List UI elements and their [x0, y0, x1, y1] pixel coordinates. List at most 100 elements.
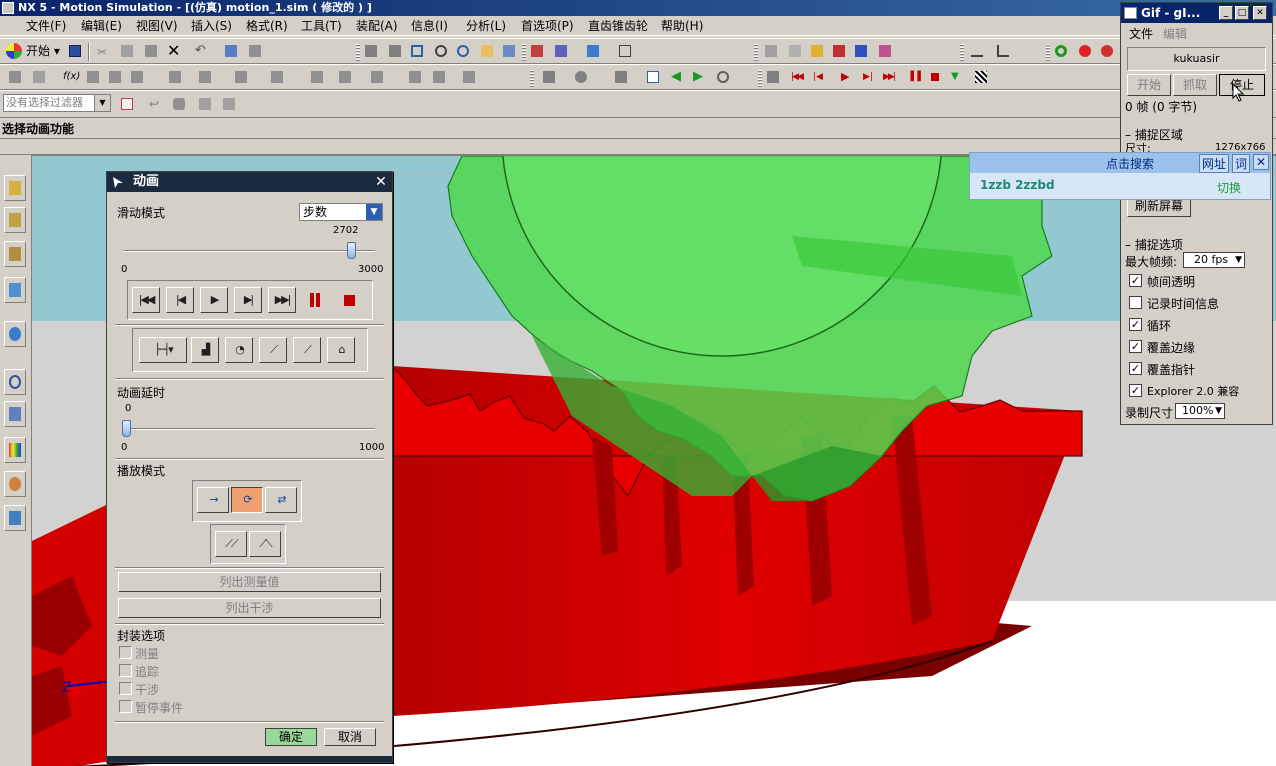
- toolbar-grip[interactable]: [522, 43, 526, 61]
- gif-start-button[interactable]: 开始: [1127, 74, 1171, 96]
- close-button[interactable]: ✕: [1253, 6, 1267, 20]
- zoom-in-button[interactable]: [432, 42, 450, 60]
- stop-button[interactable]: [344, 295, 355, 306]
- menu-edit[interactable]: 编辑(E): [81, 18, 122, 34]
- view-button-2[interactable]: [386, 42, 404, 60]
- next-frame-button[interactable]: ▶|: [234, 287, 262, 313]
- gif-window-title-bar[interactable]: Gif - gI... _ □ ✕: [1121, 3, 1272, 23]
- export-option-button[interactable]: ⌂: [327, 337, 355, 363]
- click-search-link[interactable]: 点击搜索: [1106, 155, 1154, 172]
- selection-filter-combo[interactable]: 没有选择过滤器 ▼: [3, 94, 111, 112]
- select-mode-button[interactable]: [246, 42, 264, 60]
- refresh-button[interactable]: [714, 68, 732, 86]
- motion-navigator-tab[interactable]: [4, 277, 26, 303]
- constraint-navigator-tab[interactable]: [4, 207, 26, 233]
- feature-select-button[interactable]: [170, 95, 188, 113]
- menu-information[interactable]: 信息(I): [411, 18, 448, 34]
- gif-menu-edit[interactable]: 编辑: [1163, 25, 1187, 42]
- minimize-button[interactable]: _: [1219, 6, 1233, 20]
- link-button[interactable]: [84, 68, 102, 86]
- marker-button[interactable]: [336, 68, 354, 86]
- trace-checkbox[interactable]: [119, 664, 132, 677]
- solution-button[interactable]: [540, 68, 558, 86]
- delay-slider-track[interactable]: [123, 428, 375, 430]
- zoom-button[interactable]: [408, 42, 426, 60]
- anim-pause-button[interactable]: ▐▐: [904, 68, 922, 86]
- anim-prev-button[interactable]: |◀: [810, 68, 828, 86]
- measure-button[interactable]: [968, 42, 986, 60]
- select-all-button[interactable]: [118, 95, 136, 113]
- list-measures-button[interactable]: 列出测量值: [118, 572, 381, 592]
- menu-analysis[interactable]: 分析(L): [466, 18, 506, 34]
- gif-capture-button[interactable]: 抓取: [1173, 74, 1217, 96]
- frame-slider-thumb[interactable]: [347, 242, 357, 259]
- undo-button[interactable]: ↶: [192, 42, 210, 60]
- word-button[interactable]: 词: [1232, 154, 1251, 173]
- close-icon[interactable]: ✕: [373, 174, 389, 190]
- layer-button[interactable]: [528, 42, 546, 60]
- pause-button[interactable]: [308, 293, 322, 307]
- pan-button[interactable]: [478, 42, 496, 60]
- anim-first-button[interactable]: |◀◀: [788, 68, 806, 86]
- snap-button-1[interactable]: [762, 42, 780, 60]
- rotate-button[interactable]: [454, 42, 472, 60]
- spring-button[interactable]: [166, 68, 184, 86]
- toolbar-grip[interactable]: [754, 43, 758, 61]
- switch-link[interactable]: 切换: [1217, 179, 1241, 196]
- menu-format[interactable]: 格式(R): [246, 18, 288, 34]
- gear-button[interactable]: [128, 68, 146, 86]
- measure-angle-button[interactable]: [994, 42, 1012, 60]
- first-frame-button[interactable]: |◀◀: [132, 287, 160, 313]
- packaging-button[interactable]: [406, 68, 424, 86]
- palette-tab[interactable]: [4, 437, 26, 463]
- gif-menu-file[interactable]: 文件: [1129, 25, 1153, 42]
- prev-frame-button[interactable]: |◀: [166, 287, 194, 313]
- web-browser-tab[interactable]: [4, 321, 26, 347]
- snap-button-6[interactable]: [876, 42, 894, 60]
- animation-dialog-title-bar[interactable]: 动画 ✕: [107, 172, 392, 192]
- toolbar-grip[interactable]: [960, 43, 964, 61]
- deselect-button[interactable]: ↩: [146, 95, 164, 113]
- marker-option-button[interactable]: ⟋: [259, 337, 287, 363]
- close-icon[interactable]: ✕: [1253, 154, 1270, 170]
- interference-checkbox[interactable]: [119, 682, 132, 695]
- snap-button-2[interactable]: [786, 42, 804, 60]
- speed-option-button[interactable]: ├─┤▾: [139, 337, 187, 363]
- graph-button[interactable]: [612, 68, 630, 86]
- ok-button[interactable]: 确定: [265, 728, 317, 746]
- delete-button[interactable]: ✕: [164, 42, 182, 60]
- save-button[interactable]: [66, 42, 84, 60]
- list-interference-button[interactable]: 列出干涉: [118, 598, 381, 618]
- toolbar-grip[interactable]: [758, 69, 762, 87]
- option-checkbox-3[interactable]: ✓: [1129, 340, 1142, 353]
- toolbar-grip[interactable]: [1046, 43, 1050, 61]
- start-button[interactable]: 开始 ▾: [6, 42, 60, 60]
- results-button[interactable]: [572, 68, 590, 86]
- nav-forward-button[interactable]: ▶: [690, 68, 708, 86]
- url-button[interactable]: 网址: [1199, 154, 1230, 173]
- render-style-button[interactable]: [584, 42, 602, 60]
- articulation-button[interactable]: [460, 68, 478, 86]
- component-select-button[interactable]: [196, 95, 214, 113]
- search-query-text[interactable]: 1zzb 2zzbd: [980, 178, 1055, 192]
- trace-option-button[interactable]: ◔: [225, 337, 253, 363]
- layer-button-2[interactable]: [552, 42, 570, 60]
- trace-button[interactable]: [430, 68, 448, 86]
- paste-button[interactable]: [142, 42, 160, 60]
- menu-help[interactable]: 帮助(H): [661, 18, 703, 34]
- select-button[interactable]: [222, 42, 240, 60]
- menu-assemblies[interactable]: 装配(A): [356, 18, 398, 34]
- assembly-navigator-tab[interactable]: [4, 175, 26, 201]
- view-fit-button[interactable]: [362, 42, 380, 60]
- explode-option-button[interactable]: ⟋: [293, 337, 321, 363]
- last-frame-button[interactable]: ▶▶|: [268, 287, 296, 313]
- toolbar-grip[interactable]: [356, 43, 360, 61]
- motion-solve-button[interactable]: [1052, 42, 1070, 60]
- toolbar-grip[interactable]: [530, 69, 534, 87]
- force-button[interactable]: [232, 68, 250, 86]
- anim-settings-button[interactable]: [764, 68, 782, 86]
- delay-slider-thumb[interactable]: [122, 420, 131, 437]
- reuse-library-tab[interactable]: [4, 401, 26, 427]
- body-select-button[interactable]: [220, 95, 238, 113]
- motion-stop-button[interactable]: [1076, 42, 1094, 60]
